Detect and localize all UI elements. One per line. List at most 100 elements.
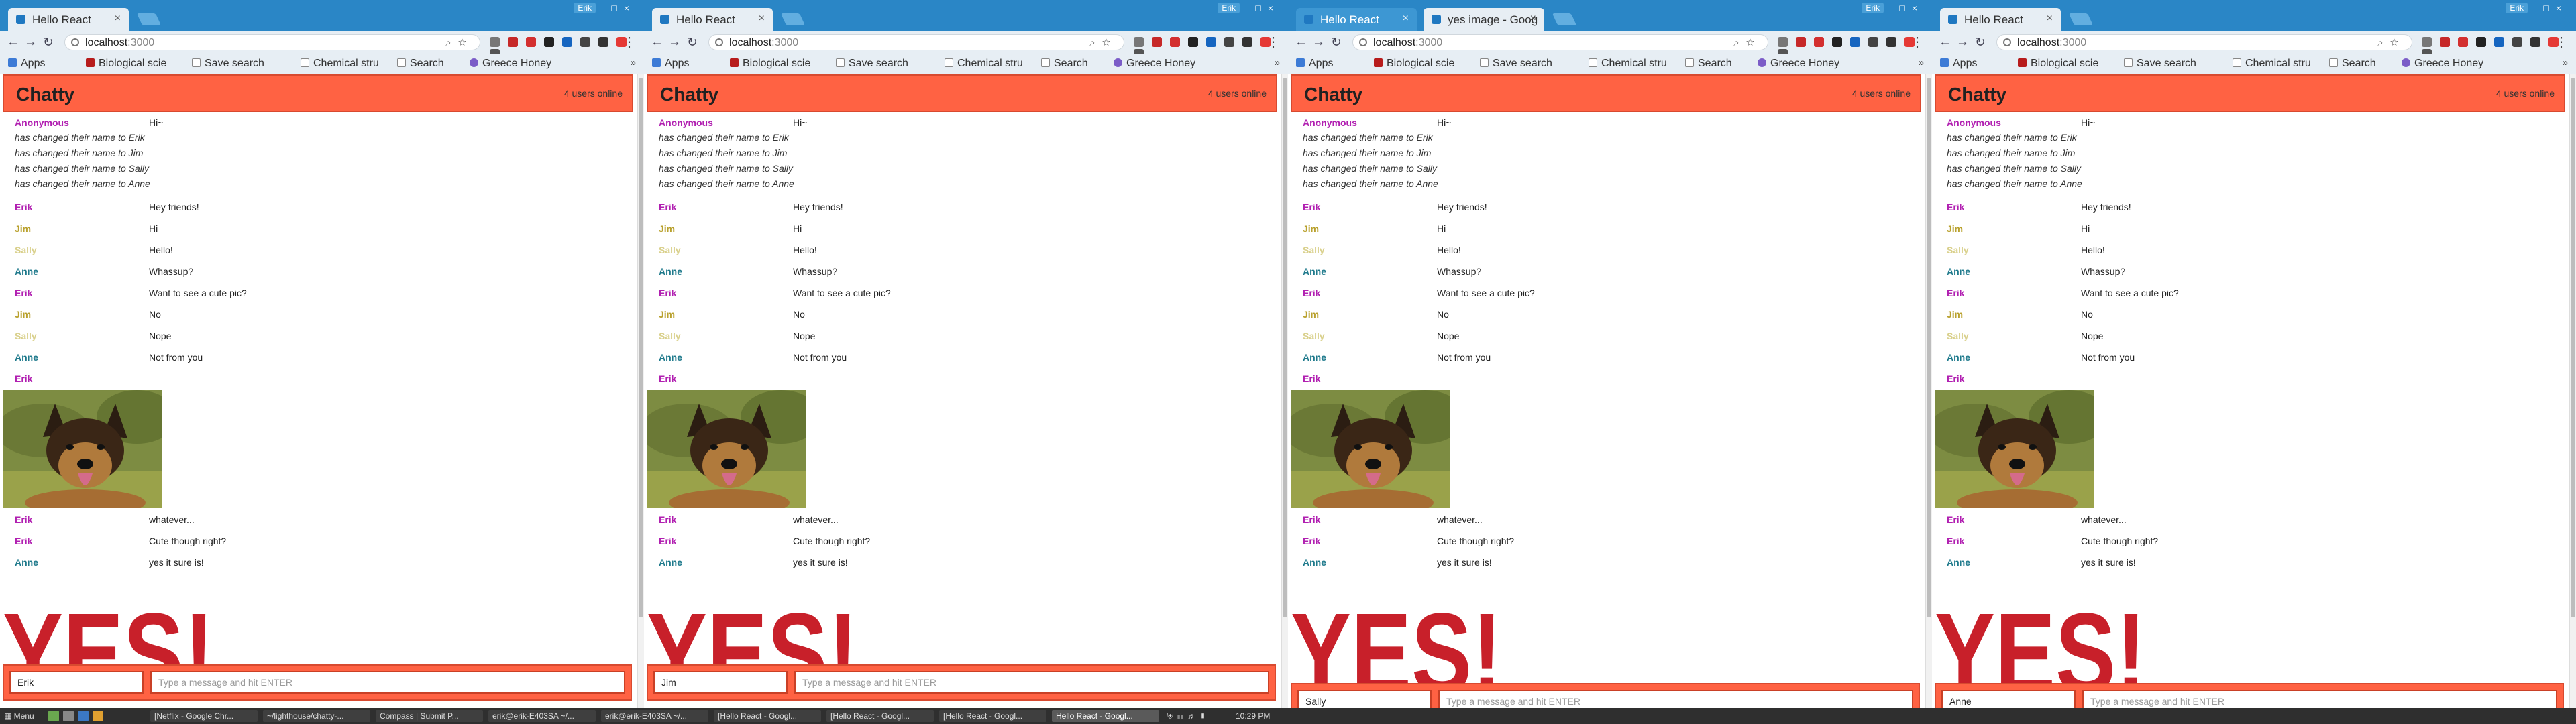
extension-icon-7[interactable] (2530, 37, 2540, 48)
extension-icon-4[interactable] (1188, 37, 1198, 48)
reload-icon[interactable]: ↻ (687, 35, 698, 50)
reload-icon[interactable]: ↻ (43, 35, 54, 50)
chrome-launch-icon[interactable] (93, 711, 103, 721)
show-desktop-icon[interactable] (48, 711, 59, 721)
username-input[interactable] (9, 671, 144, 694)
extension-icon-1[interactable] (2422, 37, 2432, 48)
address-bar[interactable]: localhost:3000 ⌕☆ (64, 34, 480, 50)
extension-icon-3[interactable] (1170, 37, 1180, 48)
bookmark-star-icon[interactable]: ☆ (1102, 37, 1117, 48)
browser-tab[interactable]: Hello React × (1940, 8, 2061, 31)
more-bookmarks-icon[interactable]: » (2563, 57, 2568, 68)
scrollbar-thumb[interactable] (2571, 78, 2575, 617)
forward-icon[interactable]: → (1956, 35, 1969, 50)
browser-tab[interactable]: Hello React × (1296, 8, 1417, 31)
zoom-icon[interactable]: ⌕ (1089, 37, 1102, 48)
taskbar-window-button[interactable]: [Netflix - Google Chr... (150, 710, 258, 722)
bookmark-item[interactable]: Search (397, 58, 444, 70)
page-scrollbar[interactable] (2569, 74, 2576, 724)
extension-icon-6[interactable] (1224, 37, 1234, 48)
new-tab-button[interactable] (1552, 13, 1577, 25)
more-bookmarks-icon[interactable]: » (1275, 57, 1280, 68)
minimize-window-icon[interactable]: – (600, 3, 612, 13)
site-info-icon[interactable] (1359, 38, 1367, 46)
new-tab-button[interactable] (2068, 13, 2094, 25)
battery-icon[interactable]: ▮ (1199, 711, 1210, 721)
maximize-window-icon[interactable]: □ (2543, 3, 2555, 13)
address-bar[interactable]: localhost:3000 ⌕☆ (708, 34, 1124, 50)
zoom-icon[interactable]: ⌕ (445, 37, 458, 48)
bookmark-item[interactable]: Greece Honey (1114, 58, 1195, 70)
extension-icon-2[interactable] (2440, 37, 2450, 48)
address-bar[interactable]: localhost:3000 ⌕☆ (1352, 34, 1768, 50)
extension-icon-4[interactable] (2476, 37, 2486, 48)
extension-icon-7[interactable] (1886, 37, 1896, 48)
close-window-icon[interactable]: × (2556, 3, 2568, 13)
taskbar-window-button[interactable]: [Hello React - Googl... (939, 710, 1046, 722)
reload-icon[interactable]: ↻ (1975, 35, 1986, 50)
browser-menu-icon[interactable]: ⋮ (2555, 34, 2568, 50)
minimize-window-icon[interactable]: – (1888, 3, 1900, 13)
maximize-window-icon[interactable]: □ (611, 3, 623, 13)
bookmark-star-icon[interactable]: ☆ (2390, 37, 2405, 48)
forward-icon[interactable]: → (668, 35, 681, 50)
bookmark-item[interactable]: Apps (1940, 58, 1977, 70)
minimize-window-icon[interactable]: – (2532, 3, 2544, 13)
bookmark-star-icon[interactable]: ☆ (1746, 37, 1761, 48)
bookmark-item[interactable]: Biological scie (2018, 58, 2098, 70)
back-icon[interactable]: ← (1939, 35, 1951, 50)
tab-close-icon[interactable]: × (1403, 13, 1409, 25)
back-icon[interactable]: ← (7, 35, 19, 50)
taskbar-window-button[interactable]: [Hello React - Googl... (826, 710, 934, 722)
maximize-window-icon[interactable]: □ (1255, 3, 1267, 13)
extension-icon-4[interactable] (544, 37, 554, 48)
extension-icon-7[interactable] (598, 37, 608, 48)
bookmark-star-icon[interactable]: ☆ (458, 37, 473, 48)
profile-badge[interactable]: Erik (574, 3, 596, 13)
taskbar-clock[interactable]: 10:29 PM (1236, 711, 1270, 721)
bookmark-item[interactable]: Save search (1480, 58, 1552, 70)
scrollbar-thumb[interactable] (1283, 78, 1287, 617)
tab-close-icon[interactable]: × (2047, 13, 2053, 25)
profile-badge[interactable]: Erik (1862, 3, 1884, 13)
extension-icon-6[interactable] (2512, 37, 2522, 48)
extension-icon-4[interactable] (1832, 37, 1842, 48)
browser-menu-icon[interactable]: ⋮ (623, 34, 636, 50)
reload-icon[interactable]: ↻ (1331, 35, 1342, 50)
page-scrollbar[interactable] (637, 74, 644, 724)
extension-icon-3[interactable] (1814, 37, 1824, 48)
bookmark-item[interactable]: Save search (192, 58, 264, 70)
scrollbar-thumb[interactable] (1927, 78, 1931, 617)
browser-menu-icon[interactable]: ⋮ (1267, 34, 1280, 50)
tab-close-icon[interactable]: × (1530, 13, 1536, 25)
close-window-icon[interactable]: × (1268, 3, 1280, 13)
zoom-icon[interactable]: ⌕ (2377, 37, 2390, 48)
bookmark-item[interactable]: Greece Honey (470, 58, 551, 70)
bookmark-item[interactable]: Chemical stru (945, 58, 1023, 70)
bookmark-item[interactable]: Apps (8, 58, 45, 70)
zoom-icon[interactable]: ⌕ (1733, 37, 1746, 48)
profile-badge[interactable]: Erik (2506, 3, 2528, 13)
new-tab-button[interactable] (780, 13, 806, 25)
taskbar-window-button[interactable]: [Hello React - Googl... (714, 710, 821, 722)
terminal-launch-icon[interactable] (63, 711, 74, 721)
extension-icon-5[interactable] (562, 37, 572, 48)
shield-icon[interactable]: ⛨ (1167, 711, 1177, 721)
extension-icon-1[interactable] (490, 37, 500, 48)
extension-icon-5[interactable] (1206, 37, 1216, 48)
address-bar[interactable]: localhost:3000 ⌕☆ (1996, 34, 2412, 50)
back-icon[interactable]: ← (651, 35, 663, 50)
start-menu-button[interactable]: ▦ Menu (4, 711, 34, 721)
bookmark-item[interactable]: Biological scie (86, 58, 166, 70)
extension-icon-5[interactable] (1850, 37, 1860, 48)
bookmark-item[interactable]: Search (2329, 58, 2376, 70)
extension-icon-2[interactable] (1796, 37, 1806, 48)
forward-icon[interactable]: → (24, 35, 37, 50)
extension-icon-5[interactable] (2494, 37, 2504, 48)
browser-menu-icon[interactable]: ⋮ (1911, 34, 1924, 50)
extension-icon-6[interactable] (580, 37, 590, 48)
browser-tab[interactable]: Hello React × (8, 8, 129, 31)
more-bookmarks-icon[interactable]: » (1919, 57, 1924, 68)
bookmark-item[interactable]: Biological scie (1374, 58, 1454, 70)
taskbar-window-button[interactable]: erik@erik-E403SA ~/... (601, 710, 708, 722)
